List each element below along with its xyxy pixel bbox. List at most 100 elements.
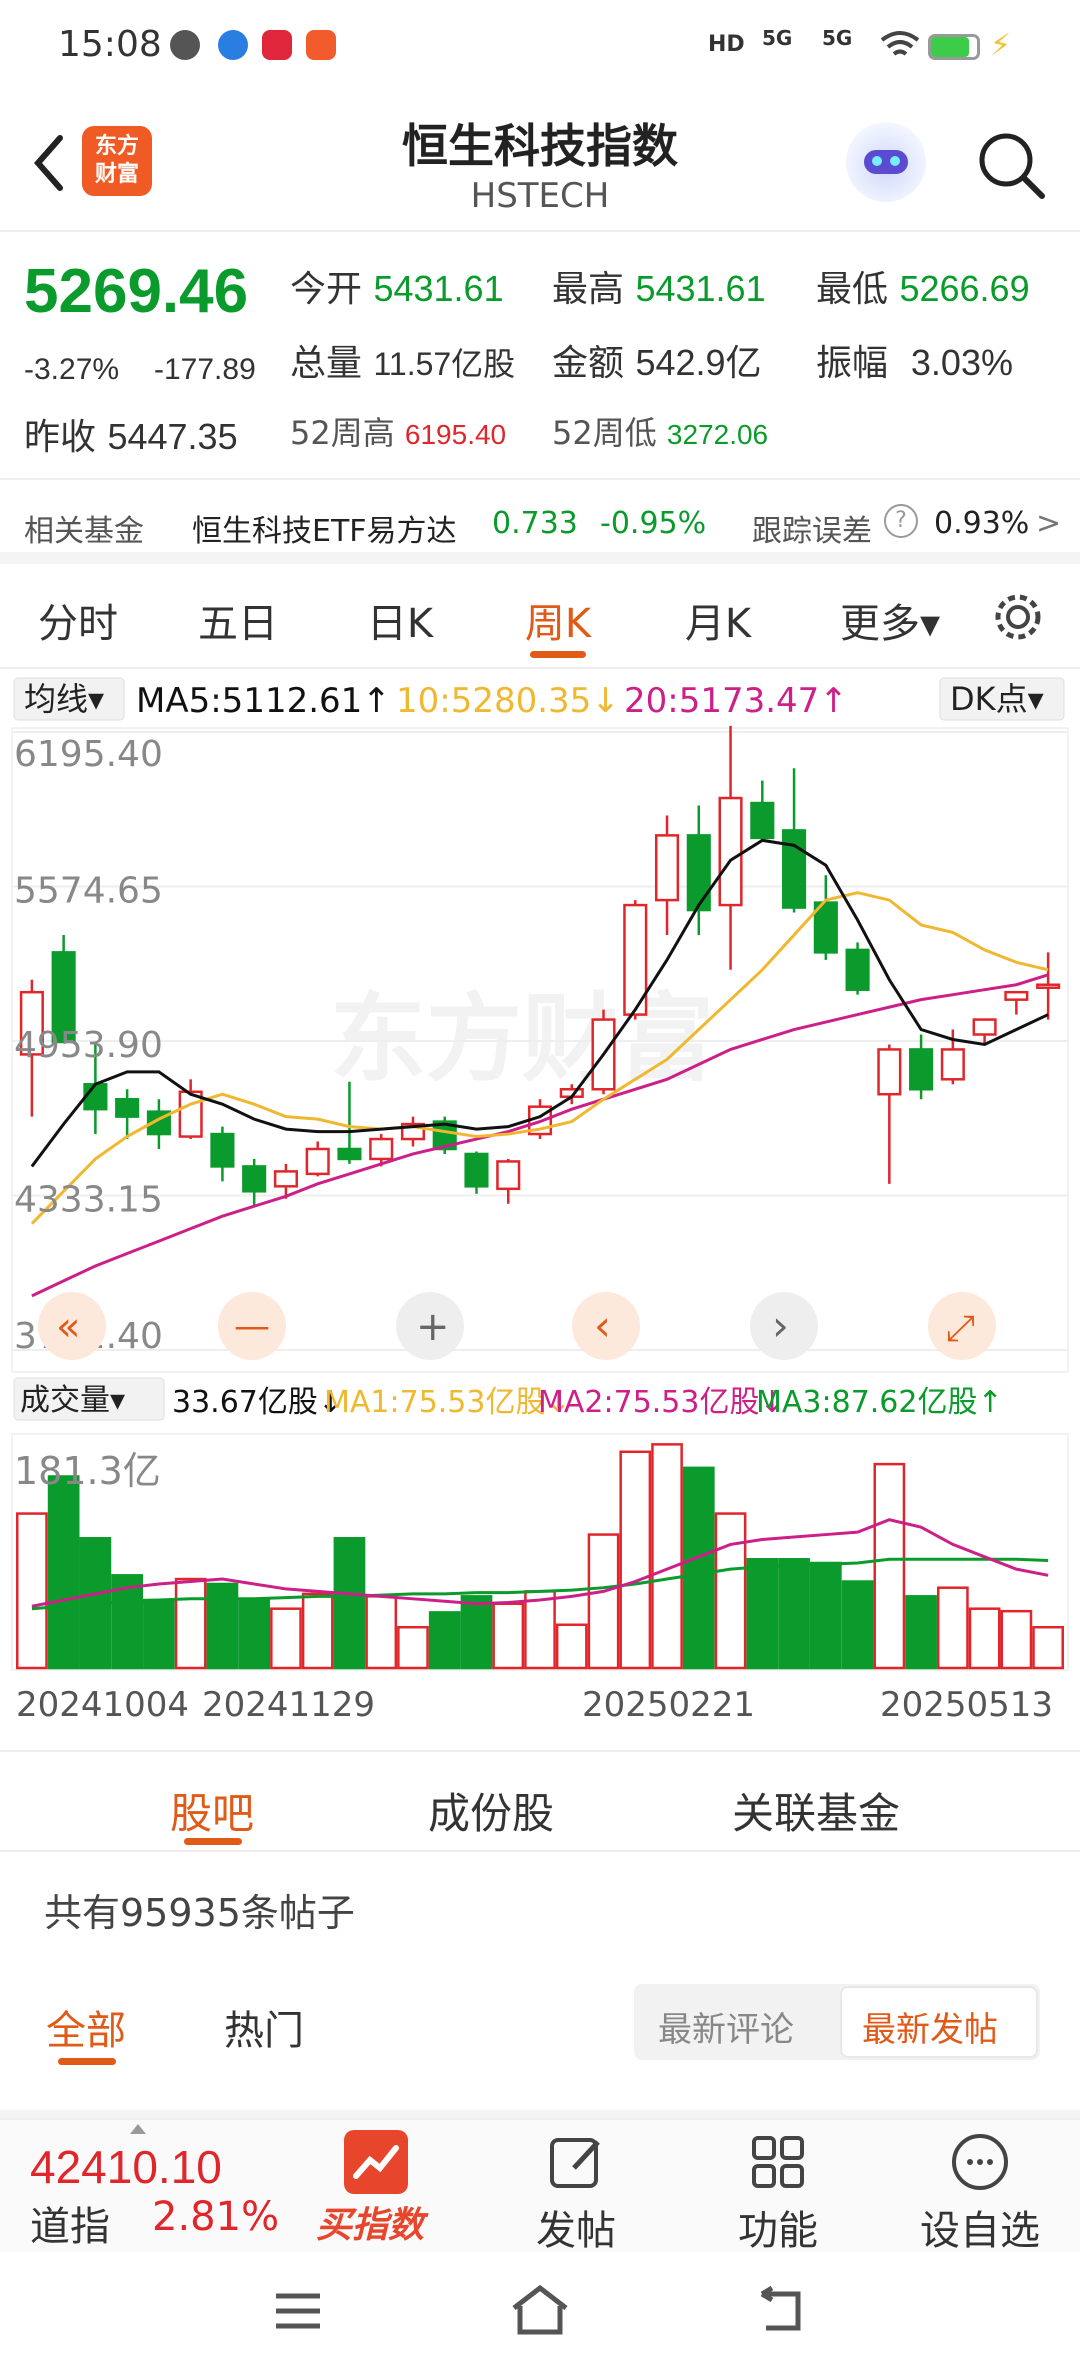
subtab-hot[interactable]: 热门: [224, 1998, 304, 2056]
volume-bar: [809, 1561, 842, 1670]
tab-five-day[interactable]: 五日: [168, 591, 308, 649]
scroll-right-icon: ›: [772, 1301, 789, 1350]
kline-y-labels: 6195.405574.654953.904333.153712.40: [14, 734, 163, 1357]
volume-bars: [16, 1443, 1064, 1670]
ma10-legend: 10:5280.35↓: [396, 681, 620, 721]
open-price: 今开 5431.61: [290, 268, 504, 310]
volume-bar: [365, 1595, 398, 1670]
post-button[interactable]: 发帖: [506, 2198, 646, 2256]
fund-name[interactable]: 恒生科技ETF易方达: [192, 506, 457, 550]
volume-bar: [1000, 1609, 1033, 1670]
buy-index-label[interactable]: 买指数: [316, 2196, 424, 2248]
compose-icon[interactable]: [544, 2130, 608, 2194]
settings-gear-icon[interactable]: [990, 589, 1046, 645]
volume-max-label: 181.3亿: [14, 1449, 161, 1493]
signal-5g-icon: 5G: [762, 26, 793, 50]
dk-points-select[interactable]: DK点▾: [950, 680, 1044, 718]
candle-up: [1004, 990, 1029, 1001]
add-favorite-icon[interactable]: [948, 2130, 1012, 2194]
x-label-2: 20250221: [582, 1685, 755, 1725]
zoom-out-icon: —: [234, 1306, 270, 1347]
back-nav-icon[interactable]: [752, 2286, 808, 2336]
battery-icon: [928, 34, 980, 60]
volume-bar: [587, 1533, 620, 1670]
candle-down: [845, 948, 870, 991]
volume-bar: [143, 1598, 175, 1670]
change-percent: -3.27%: [24, 353, 120, 386]
sort-latest-comment[interactable]: 最新评论: [658, 2002, 794, 2051]
app-notification-icon: [262, 30, 292, 60]
functions-grid-icon[interactable]: [746, 2130, 810, 2194]
volume-bar: [968, 1607, 1001, 1670]
home-icon[interactable]: [508, 2282, 572, 2338]
subtab-all[interactable]: 全部: [46, 1998, 126, 2056]
candle-down: [464, 1152, 489, 1188]
volume-bar: [778, 1558, 810, 1670]
change-amount: -177.89: [154, 353, 256, 386]
chevron-right-icon[interactable]: >: [1036, 506, 1061, 541]
candle-down: [337, 1147, 362, 1161]
tracking-error-label: 跟踪误差: [752, 514, 872, 549]
tab-weekly-k[interactable]: 周K: [488, 591, 628, 649]
candle-down: [210, 1132, 235, 1168]
hd-icon: HD: [708, 32, 745, 57]
tab-constituents[interactable]: 成份股: [428, 1780, 554, 1841]
zoom-in-icon: +: [416, 1304, 450, 1350]
tab-daily-k[interactable]: 日K: [330, 591, 470, 649]
tab-more[interactable]: 更多▾: [820, 591, 960, 649]
scroll-start-icon: «: [56, 1304, 80, 1350]
menu-icon[interactable]: [272, 2288, 324, 2334]
candle-up: [877, 1048, 902, 1096]
dow-index-percent: 2.81%: [152, 2194, 280, 2240]
volume-bar: [16, 1512, 48, 1670]
volume-bar: [714, 1512, 747, 1670]
status-bar: 15:08 HD 5G 5G ⚡: [0, 0, 1080, 96]
system-nav-bar: [0, 2252, 1080, 2376]
kline-candles: [19, 725, 1061, 1207]
week52-high: 52周高 6195.40: [290, 414, 507, 452]
kline-chart-area[interactable]: 均线▾ MA5:5112.61↑ 10:5280.35↓ 20:5173.47↑…: [0, 672, 1080, 1750]
candle-up: [178, 1090, 203, 1138]
add-favorite-button[interactable]: 设自选: [910, 2198, 1050, 2256]
tab-related-funds[interactable]: 关联基金: [732, 1780, 900, 1841]
buy-index-icon[interactable]: [344, 2130, 408, 2194]
week52-low: 52周低 3272.06: [552, 414, 769, 452]
vma1-legend: MA1:75.53亿股↓: [324, 1385, 571, 1420]
community-section: 股吧 成份股 关联基金 共有95935条帖子 全部 热门 最新评论 最新发帖: [0, 1750, 1080, 2118]
expand-up-icon[interactable]: [130, 2124, 146, 2134]
candle-up: [972, 1018, 997, 1036]
volume-total: 总量 11.57亿股: [290, 343, 516, 384]
volume-select[interactable]: 成交量▾: [20, 1383, 125, 1418]
prev-close: 昨收 5447.35: [24, 416, 238, 458]
candle-up: [305, 1147, 330, 1176]
candle-up: [940, 1048, 965, 1081]
tab-intraday[interactable]: 分时: [8, 591, 148, 649]
sort-latest-post[interactable]: 最新发帖: [862, 2002, 998, 2051]
candle-up: [718, 796, 743, 907]
ma5-legend: MA5:5112.61↑: [136, 681, 391, 721]
dow-index-value[interactable]: 42410.10: [30, 2140, 222, 2194]
amplitude: 振幅 3.03%: [816, 342, 1013, 384]
y-axis-label: 6195.40: [14, 734, 163, 775]
active-tab-indicator: [530, 651, 586, 658]
search-icon[interactable]: [974, 128, 1048, 202]
tab-guba[interactable]: 股吧: [170, 1780, 254, 1841]
tab-monthly-k[interactable]: 月K: [648, 591, 788, 649]
robot-assistant-icon[interactable]: [846, 122, 926, 202]
volume-bar: [682, 1466, 715, 1670]
help-icon[interactable]: ?: [884, 504, 918, 538]
candle-up: [273, 1170, 298, 1188]
kline-svg[interactable]: 均线▾ MA5:5112.61↑ 10:5280.35↓ 20:5173.47↑…: [0, 672, 1080, 1750]
fund-percent: -0.95%: [600, 506, 707, 541]
ma-select[interactable]: 均线▾: [24, 680, 104, 718]
functions-button[interactable]: 功能: [708, 2198, 848, 2256]
post-count: 共有95935条帖子: [44, 1891, 355, 1935]
candle-down: [909, 1048, 934, 1091]
candle-up: [1036, 983, 1061, 989]
charging-icon: ⚡: [990, 28, 1012, 63]
related-fund-bar[interactable]: 相关基金 恒生科技ETF易方达 0.733 -0.95% 跟踪误差 ? 0.93…: [0, 478, 1080, 564]
candle-down: [750, 801, 775, 840]
volume-bar: [555, 1623, 588, 1670]
fullscreen-icon: ⤢: [946, 1308, 975, 1349]
volume-bar: [174, 1577, 207, 1670]
